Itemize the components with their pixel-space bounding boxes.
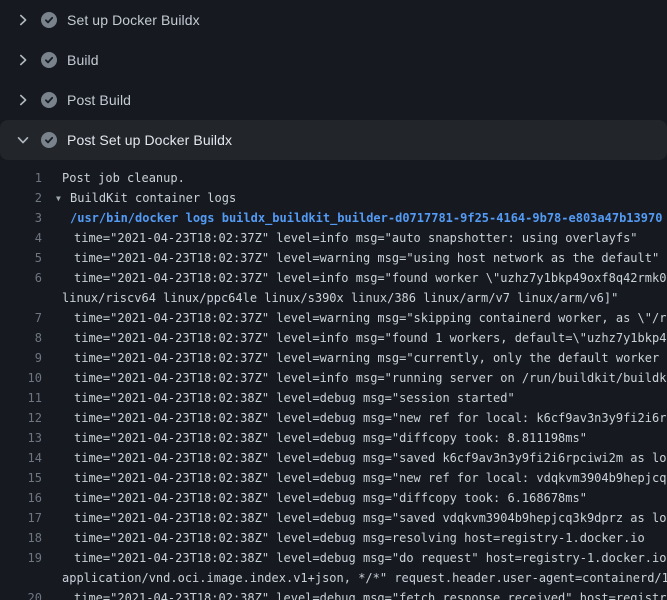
log-line: 16 time="2021-04-23T18:02:38Z" level=deb…: [0, 488, 667, 508]
step-section-label: Build: [67, 52, 99, 68]
log-line: 8 time="2021-04-23T18:02:37Z" level=info…: [0, 328, 667, 348]
log-line: 11 time="2021-04-23T18:02:38Z" level=deb…: [0, 388, 667, 408]
log-line-text: time="2021-04-23T18:02:38Z" level=debug …: [42, 488, 587, 508]
log-line-number[interactable]: 17: [0, 508, 42, 528]
chevron-right-icon[interactable]: [14, 51, 32, 69]
log-line: 18 time="2021-04-23T18:02:38Z" level=deb…: [0, 528, 667, 548]
step-section-label: Post Build: [67, 92, 131, 108]
log-line-text: time="2021-04-23T18:02:38Z" level=debug …: [42, 468, 667, 488]
log-line-number[interactable]: 3: [0, 208, 42, 228]
log-line-number[interactable]: 19: [0, 548, 42, 568]
log-line-text: time="2021-04-23T18:02:37Z" level=info m…: [42, 328, 667, 348]
log-line: 6 time="2021-04-23T18:02:37Z" level=info…: [0, 268, 667, 288]
log-line-number[interactable]: 8: [0, 328, 42, 348]
log-line-text: time="2021-04-23T18:02:37Z" level=warnin…: [42, 248, 659, 268]
log-line-text: time="2021-04-23T18:02:38Z" level=debug …: [42, 388, 515, 408]
check-circle-icon: [41, 52, 57, 68]
log-line: 5 time="2021-04-23T18:02:37Z" level=warn…: [0, 248, 667, 268]
step-section-header[interactable]: Post Set up Docker Buildx: [0, 120, 667, 160]
log-line-text: /usr/bin/docker logs buildx_buildkit_bui…: [42, 208, 662, 228]
log-line-number[interactable]: 7: [0, 308, 42, 328]
log-line-text: time="2021-04-23T18:02:37Z" level=warnin…: [42, 348, 667, 368]
step-section-label: Set up Docker Buildx: [67, 12, 200, 28]
workflow-log-viewer: Set up Docker Buildx Build P: [0, 0, 667, 600]
check-circle-icon: [41, 132, 57, 148]
log-line-number[interactable]: 14: [0, 448, 42, 468]
log-line: 9 time="2021-04-23T18:02:37Z" level=warn…: [0, 348, 667, 368]
log-line-number[interactable]: 5: [0, 248, 42, 268]
log-line: 19 time="2021-04-23T18:02:38Z" level=deb…: [0, 548, 667, 568]
log-line-number[interactable]: 6: [0, 268, 42, 288]
log-line-number[interactable]: [0, 288, 42, 308]
step-section-list: Set up Docker Buildx Build P: [0, 0, 667, 160]
log-line-text: time="2021-04-23T18:02:38Z" level=debug …: [42, 448, 667, 468]
log-line-number[interactable]: 1: [0, 168, 42, 188]
chevron-down-icon[interactable]: [14, 131, 32, 149]
log-line-text: time="2021-04-23T18:02:38Z" level=debug …: [42, 408, 667, 428]
log-line-number[interactable]: 18: [0, 528, 42, 548]
step-section-label: Post Set up Docker Buildx: [67, 132, 232, 148]
log-panel: 1 Post job cleanup. 2 ▼BuildKit containe…: [0, 160, 667, 600]
log-group-title[interactable]: BuildKit container logs: [70, 191, 236, 205]
log-line-number[interactable]: 15: [0, 468, 42, 488]
check-circle-icon: [41, 12, 57, 28]
log-line: 14 time="2021-04-23T18:02:38Z" level=deb…: [0, 448, 667, 468]
log-line-text: time="2021-04-23T18:02:38Z" level=debug …: [42, 528, 645, 548]
log-line-text: linux/riscv64 linux/ppc64le linux/s390x …: [42, 288, 618, 308]
log-line-number[interactable]: 10: [0, 368, 42, 388]
log-line: 12 time="2021-04-23T18:02:38Z" level=deb…: [0, 408, 667, 428]
log-line: application/vnd.oci.image.index.v1+json,…: [0, 568, 667, 588]
log-line-text: time="2021-04-23T18:02:38Z" level=debug …: [42, 508, 667, 528]
log-line-number[interactable]: 16: [0, 488, 42, 508]
log-line: 15 time="2021-04-23T18:02:38Z" level=deb…: [0, 468, 667, 488]
log-line-text: time="2021-04-23T18:02:38Z" level=debug …: [42, 428, 587, 448]
log-line: 20 time="2021-04-23T18:02:38Z" level=deb…: [0, 588, 667, 600]
log-line-number[interactable]: 2: [0, 188, 42, 208]
step-section-header[interactable]: Set up Docker Buildx: [0, 0, 667, 40]
log-line-text: Post job cleanup.: [42, 168, 185, 188]
log-line-number[interactable]: 12: [0, 408, 42, 428]
log-line-number[interactable]: 11: [0, 388, 42, 408]
chevron-right-icon[interactable]: [14, 11, 32, 29]
step-section-header[interactable]: Build: [0, 40, 667, 80]
log-line-number[interactable]: 9: [0, 348, 42, 368]
log-line: 7 time="2021-04-23T18:02:37Z" level=warn…: [0, 308, 667, 328]
log-line-text: time="2021-04-23T18:02:38Z" level=debug …: [42, 588, 667, 600]
log-line: 2 ▼BuildKit container logs: [0, 188, 667, 208]
log-line-text: time="2021-04-23T18:02:38Z" level=debug …: [42, 548, 667, 568]
chevron-right-icon[interactable]: [14, 91, 32, 109]
log-line: 1 Post job cleanup.: [0, 168, 667, 188]
log-line-text: application/vnd.oci.image.index.v1+json,…: [42, 568, 667, 588]
log-line: 3 /usr/bin/docker logs buildx_buildkit_b…: [0, 208, 667, 228]
log-line: 13 time="2021-04-23T18:02:38Z" level=deb…: [0, 428, 667, 448]
log-line: 10 time="2021-04-23T18:02:37Z" level=inf…: [0, 368, 667, 388]
log-line-number[interactable]: 13: [0, 428, 42, 448]
log-line-text: time="2021-04-23T18:02:37Z" level=info m…: [42, 268, 667, 288]
log-line-number[interactable]: 20: [0, 588, 42, 600]
check-circle-icon: [41, 92, 57, 108]
log-line-text: time="2021-04-23T18:02:37Z" level=info m…: [42, 228, 638, 248]
log-line: 17 time="2021-04-23T18:02:38Z" level=deb…: [0, 508, 667, 528]
log-line: linux/riscv64 linux/ppc64le linux/s390x …: [0, 288, 667, 308]
step-section-header[interactable]: Post Build: [0, 80, 667, 120]
log-group-toggle-icon[interactable]: ▼: [56, 189, 70, 209]
log-line-number[interactable]: 4: [0, 228, 42, 248]
log-line-number[interactable]: [0, 568, 42, 588]
log-line: 4 time="2021-04-23T18:02:37Z" level=info…: [0, 228, 667, 248]
log-line-text: time="2021-04-23T18:02:37Z" level=warnin…: [42, 308, 667, 328]
log-line-text: time="2021-04-23T18:02:37Z" level=info m…: [42, 368, 667, 388]
log-line-text: ▼BuildKit container logs: [42, 188, 236, 208]
